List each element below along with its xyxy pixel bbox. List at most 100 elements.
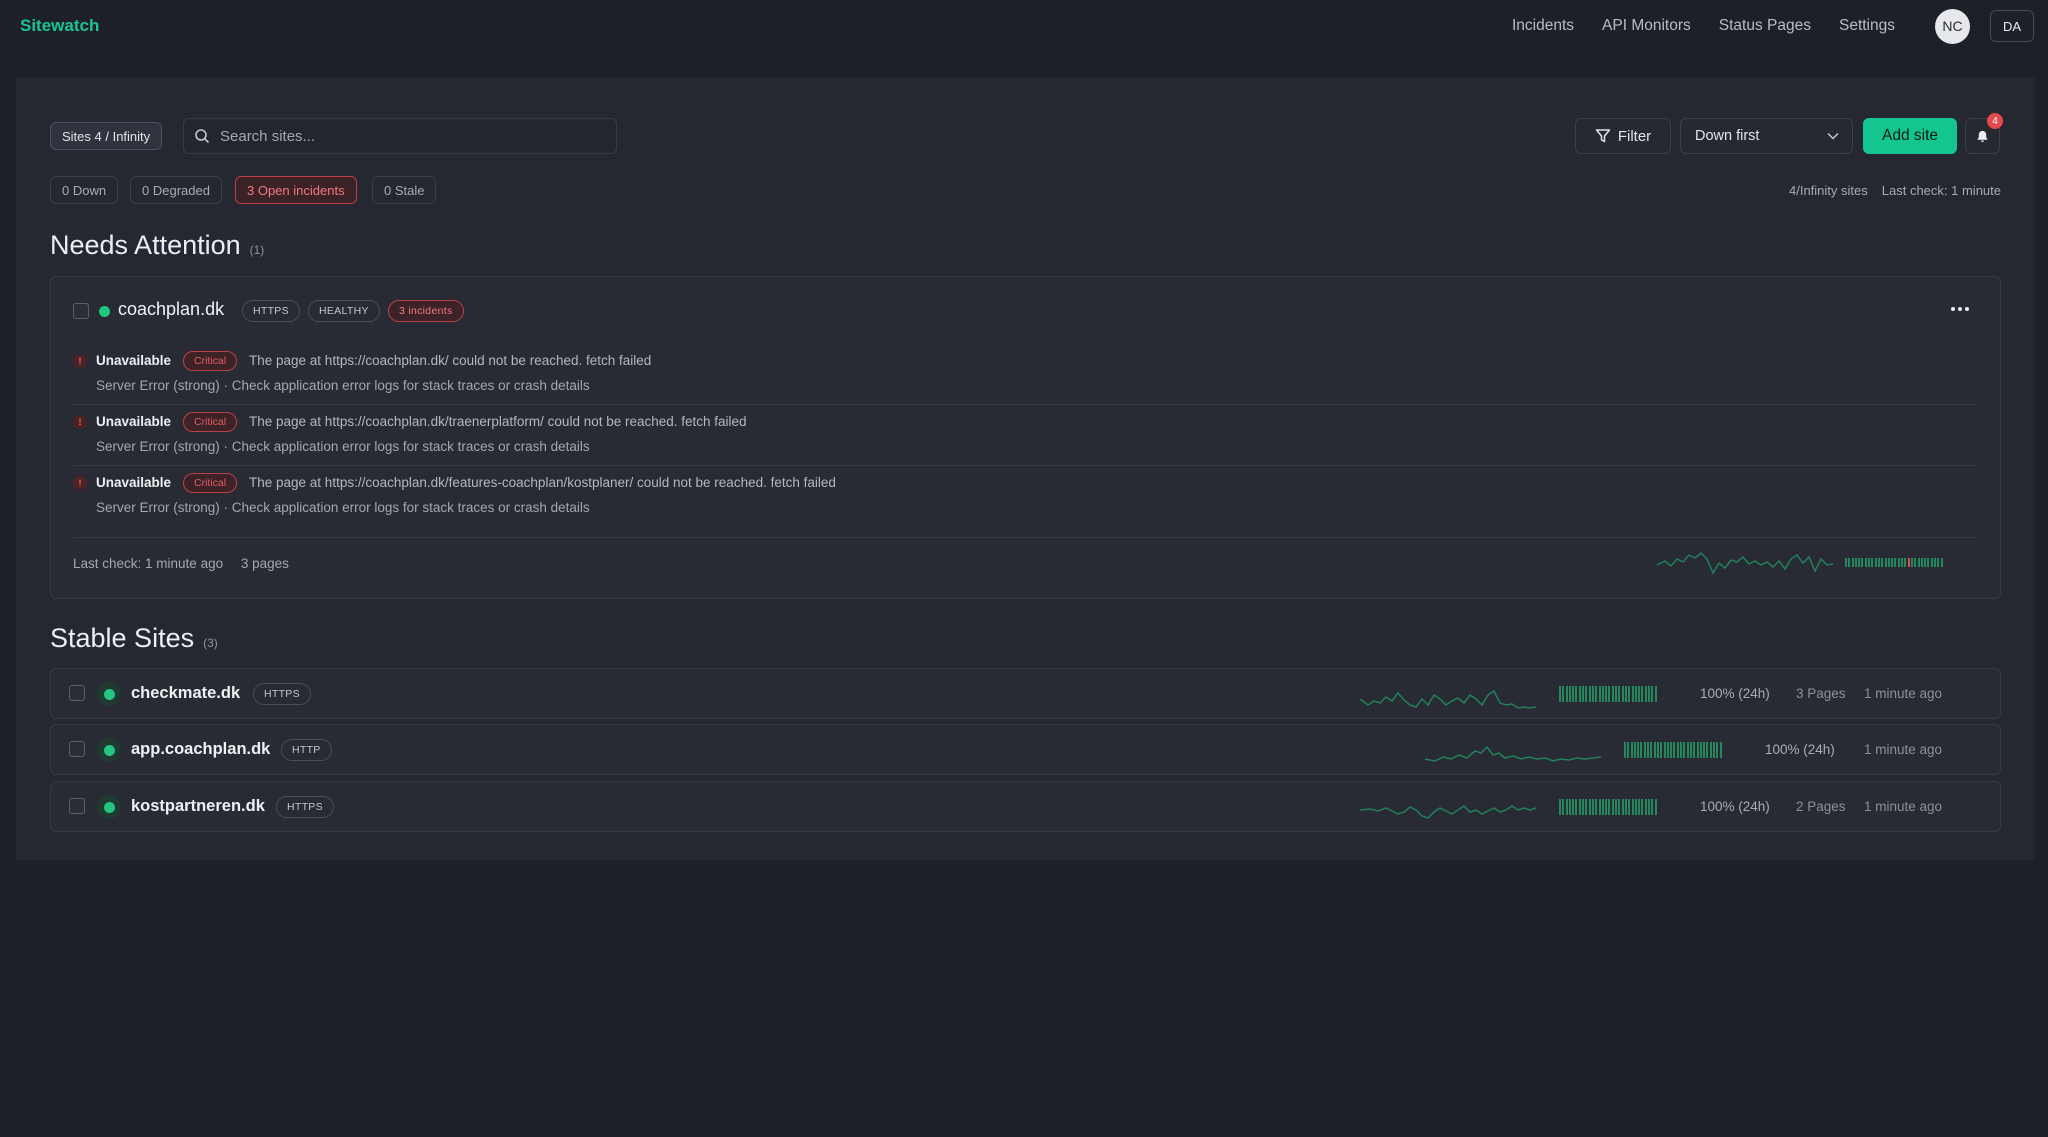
uptime-bar-segment xyxy=(1901,558,1904,567)
pages-count: 2 Pages xyxy=(1796,799,1846,814)
section-count: (1) xyxy=(249,243,265,257)
uptime-bar-segment xyxy=(1897,558,1900,567)
uptime-bar-segment xyxy=(1644,799,1647,815)
nav-link-incidents[interactable]: Incidents xyxy=(1512,17,1574,35)
uptime-bar-segment xyxy=(1680,742,1683,758)
error-icon: ! xyxy=(73,354,87,368)
uptime-bar-segment xyxy=(1696,742,1699,758)
uptime-bar-segment xyxy=(1874,558,1877,567)
uptime-bar-segment xyxy=(1624,742,1626,758)
uptime-bar-segment xyxy=(1637,742,1640,758)
uptime-bar-segment xyxy=(1864,558,1867,567)
uptime-bar-segment xyxy=(1887,558,1890,567)
site-select-checkbox[interactable] xyxy=(69,798,85,814)
degraded-filter-pill[interactable]: 0 Degraded xyxy=(130,176,222,204)
workspace-button[interactable]: DA xyxy=(1990,10,2034,42)
incident-detail: Server Error (strong) · Check applicatio… xyxy=(96,378,590,393)
uptime-bar-segment xyxy=(1611,686,1614,702)
sort-select[interactable]: Down first xyxy=(1680,118,1853,154)
nav-link-api-monitors[interactable]: API Monitors xyxy=(1602,17,1691,35)
incidents-tag[interactable]: 3 incidents xyxy=(388,300,464,322)
uptime-bar-segment xyxy=(1585,686,1588,702)
site-host[interactable]: app.coachplan.dk xyxy=(131,740,270,759)
search-box[interactable] xyxy=(183,118,617,154)
uptime-bar-segment xyxy=(1582,686,1585,702)
uptime-bar-segment xyxy=(1648,686,1651,702)
search-input[interactable] xyxy=(220,127,600,145)
uptime-bar-segment xyxy=(1713,742,1716,758)
site-host[interactable]: kostpartneren.dk xyxy=(131,797,265,816)
uptime-percentage: 100% (24h) xyxy=(1765,742,1835,757)
site-host[interactable]: checkmate.dk xyxy=(131,684,240,703)
response-time-sparkline xyxy=(1424,745,1602,762)
uptime-bar-segment xyxy=(1640,742,1643,758)
uptime-bar-segment xyxy=(1651,799,1654,815)
severity-badge: Critical xyxy=(183,351,238,371)
uptime-bar-segment xyxy=(1624,686,1627,702)
site-row[interactable]: kostpartneren.dk HTTPS 100% (24h) 2 Page… xyxy=(50,781,2001,832)
uptime-bar-segment xyxy=(1595,686,1598,702)
incident-detail: Server Error (strong) · Check applicatio… xyxy=(96,500,590,515)
uptime-bar-segment xyxy=(1654,686,1657,702)
site-select-checkbox[interactable] xyxy=(69,741,85,757)
uptime-bar-segment xyxy=(1608,799,1611,815)
summary-meta: 4/Infinity sites Last check: 1 minute xyxy=(1789,176,2001,204)
uptime-bar-segment xyxy=(1699,742,1702,758)
uptime-bar-segment xyxy=(1858,558,1861,567)
more-icon[interactable] xyxy=(1948,299,1972,319)
uptime-bar-segment xyxy=(1683,742,1686,758)
protocol-tag: HTTP xyxy=(281,739,332,761)
uptime-bars xyxy=(1559,686,1658,702)
site-select-checkbox[interactable] xyxy=(69,685,85,701)
attention-site-card[interactable]: coachplan.dk HTTPS HEALTHY 3 incidents !… xyxy=(50,276,2001,599)
divider xyxy=(73,465,1978,466)
uptime-bar-segment xyxy=(1578,686,1581,702)
section-title: Needs Attention xyxy=(50,230,241,260)
uptime-bar-segment xyxy=(1578,799,1581,815)
stale-filter-pill[interactable]: 0 Stale xyxy=(372,176,437,204)
uptime-bar-segment xyxy=(1706,742,1709,758)
protocol-tag: HTTPS xyxy=(253,683,311,705)
uptime-bar-segment xyxy=(1709,742,1712,758)
site-host[interactable]: coachplan.dk xyxy=(118,299,224,320)
status-summary: 0 Down 0 Degraded 3 Open incidents 0 Sta… xyxy=(50,176,2001,204)
card-footer-meta: Last check: 1 minute ago 3 pages xyxy=(73,556,289,571)
uptime-bar-segment xyxy=(1881,558,1884,567)
open-incidents-filter-pill[interactable]: 3 Open incidents xyxy=(235,176,357,204)
uptime-bar-segment xyxy=(1565,799,1568,815)
uptime-bar-segment xyxy=(1608,686,1611,702)
protocol-tag: HTTPS xyxy=(242,300,300,322)
uptime-bar-segment xyxy=(1568,799,1571,815)
error-icon: ! xyxy=(73,476,87,490)
filter-button[interactable]: Filter xyxy=(1575,118,1671,154)
uptime-bar-segment xyxy=(1633,742,1636,758)
uptime-bar-segment xyxy=(1877,558,1880,567)
uptime-percentage: 100% (24h) xyxy=(1700,686,1770,701)
incident-detail: Server Error (strong) · Check applicatio… xyxy=(96,439,590,454)
user-avatar[interactable]: NC xyxy=(1935,8,1970,44)
uptime-bar-segment xyxy=(1666,742,1669,758)
last-check-text: Last check: 1 minute ago xyxy=(73,556,224,571)
uptime-bar-segment xyxy=(1628,799,1631,815)
uptime-bar-segment xyxy=(1868,558,1871,567)
last-check-time: 1 minute ago xyxy=(1864,742,1943,757)
site-select-checkbox[interactable] xyxy=(73,303,89,319)
incident-label: Unavailable xyxy=(96,414,172,429)
sites-quota-chip[interactable]: Sites 4 / Infinity xyxy=(50,122,163,150)
site-row[interactable]: app.coachplan.dk HTTP 100% (24h) 1 minut… xyxy=(50,724,2001,775)
nav-link-status-pages[interactable]: Status Pages xyxy=(1719,17,1811,35)
severity-badge: Critical xyxy=(183,473,238,493)
site-row[interactable]: checkmate.dk HTTPS 100% (24h) 3 Pages 1 … xyxy=(50,668,2001,719)
brand-logo[interactable]: Sitewatch xyxy=(20,16,99,36)
incident-label: Unavailable xyxy=(96,353,172,368)
uptime-bar-segment xyxy=(1663,742,1666,758)
divider xyxy=(73,537,1978,538)
nav-link-settings[interactable]: Settings xyxy=(1839,17,1895,35)
uptime-bar-segment xyxy=(1601,686,1604,702)
add-site-button[interactable]: Add site xyxy=(1863,118,1957,154)
down-filter-pill[interactable]: 0 Down xyxy=(50,176,119,204)
uptime-bar-segment xyxy=(1611,799,1614,815)
notifications-button[interactable]: 4 xyxy=(1965,113,2003,154)
uptime-bar-segment xyxy=(1595,799,1598,815)
uptime-bar-segment xyxy=(1654,799,1657,815)
